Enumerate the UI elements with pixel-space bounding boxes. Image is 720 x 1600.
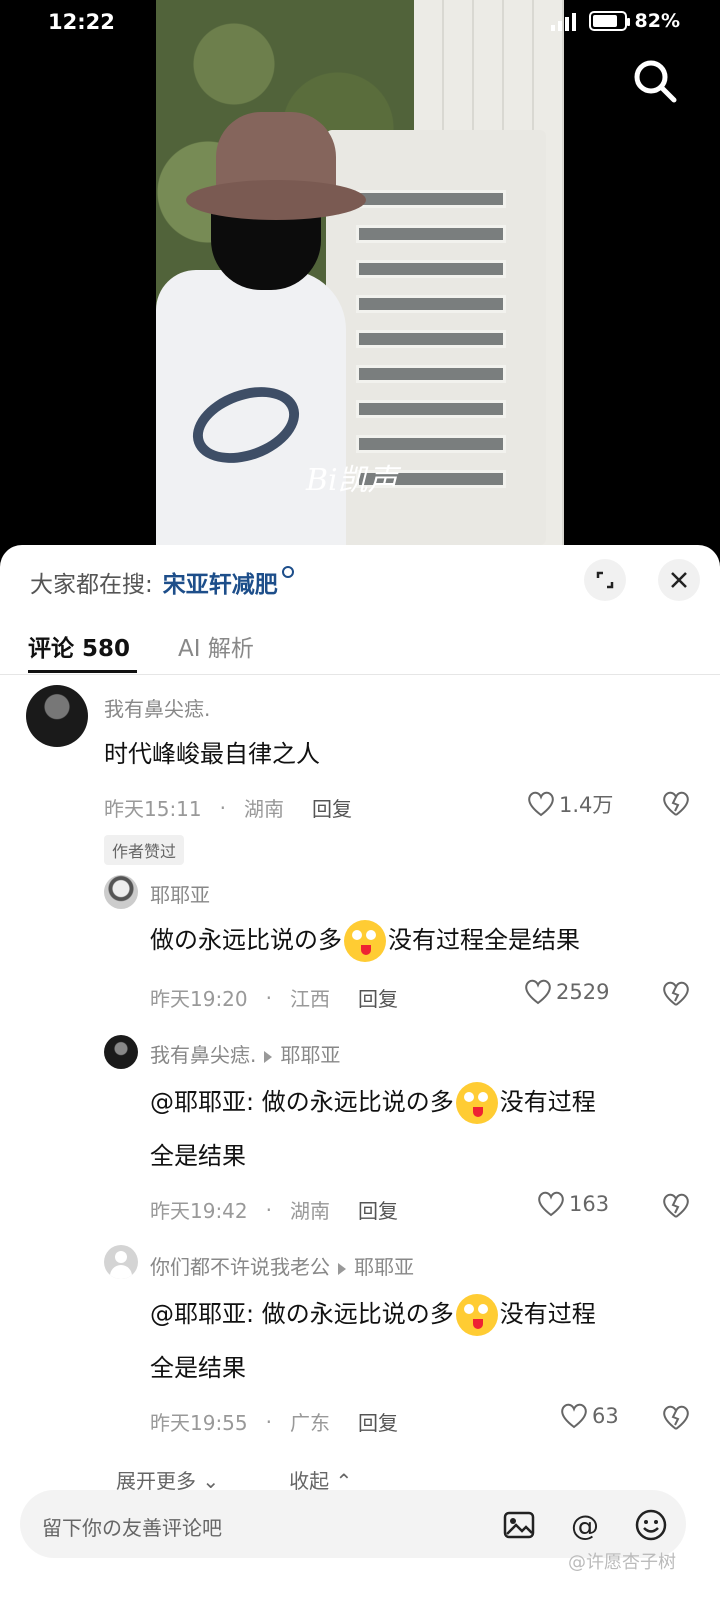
- comment-sheet: 大家都在搜: 宋亚轩减肥 评论 580 AI 解析 我有鼻尖痣. 时代峰峻最自律…: [0, 545, 720, 1600]
- tab-underline: [28, 670, 137, 673]
- status-right: 82%: [550, 10, 680, 32]
- comment-meta: 昨天15:11 · 湖南 回复: [104, 793, 352, 822]
- comment-username[interactable]: 耶耶亚: [150, 879, 210, 908]
- heart-icon: [525, 979, 551, 1005]
- comment-meta: 昨天19:55 · 广东 回复: [150, 1407, 398, 1436]
- avatar[interactable]: [104, 1245, 138, 1279]
- reply-button[interactable]: 回复: [358, 1195, 398, 1224]
- comment-meta: 昨天19:42 · 湖南 回复: [150, 1195, 398, 1224]
- avatar[interactable]: [26, 685, 88, 747]
- image-icon[interactable]: [502, 1508, 536, 1542]
- heart-icon: [528, 791, 554, 817]
- heart-icon: [538, 1191, 564, 1217]
- emoji-icon: [455, 1082, 498, 1124]
- avatar[interactable]: [104, 875, 138, 909]
- video-player[interactable]: Bi凯声: [0, 0, 720, 545]
- reply-button[interactable]: 回复: [358, 983, 398, 1012]
- dislike-icon[interactable]: [662, 1405, 690, 1431]
- comment-location: 广东: [290, 1411, 330, 1435]
- video-watermark: Bi凯声: [306, 463, 398, 498]
- reply-arrow-icon: [338, 1262, 346, 1275]
- video-frame: Bi凯声: [156, 0, 564, 545]
- comment-username[interactable]: 我有鼻尖痣. 耶耶亚: [150, 1039, 340, 1068]
- close-button[interactable]: [658, 559, 700, 601]
- search-icon[interactable]: [630, 56, 680, 106]
- like-count: 2529: [556, 980, 610, 1004]
- comment-time: 昨天19:20: [150, 987, 248, 1011]
- dislike-icon[interactable]: [662, 981, 690, 1007]
- comment-input-placeholder: 留下你の友善评论吧: [42, 1516, 222, 1540]
- comment-location: 湖南: [244, 797, 284, 821]
- dislike-icon[interactable]: [662, 791, 690, 817]
- comment-time: 昨天15:11: [104, 797, 202, 821]
- emoji-icon: [455, 1294, 498, 1336]
- comment-text: 做の永远比说の多 没有过程全是结果: [150, 913, 670, 967]
- comment-username[interactable]: 你们都不许说我老公 耶耶亚: [150, 1251, 414, 1280]
- reply-button[interactable]: 回复: [358, 1407, 398, 1436]
- like-button[interactable]: 2529: [524, 979, 609, 1005]
- battery-percent: 82%: [634, 10, 680, 32]
- comment-tabs: 评论 580 AI 解析: [0, 615, 720, 675]
- comment-time: 昨天19:55: [150, 1411, 248, 1435]
- comment-time: 昨天19:42: [150, 1199, 248, 1223]
- expand-button[interactable]: [584, 559, 626, 601]
- status-time: 12:22: [48, 10, 115, 34]
- comment-username[interactable]: 我有鼻尖痣.: [104, 693, 210, 722]
- comment-location: 湖南: [290, 1199, 330, 1223]
- battery-icon: [588, 11, 630, 31]
- expand-icon: [596, 571, 614, 589]
- like-count: 63: [592, 1404, 619, 1428]
- emoji-icon: [344, 920, 386, 962]
- dislike-icon[interactable]: [662, 1193, 690, 1219]
- comment-text: @耶耶亚: 做の永远比说の多 没有过程 全是结果: [150, 1287, 670, 1395]
- comment-text: @耶耶亚: 做の永远比说の多 没有过程 全是结果: [150, 1075, 670, 1183]
- status-bar: 12:22 82%: [0, 0, 720, 48]
- comment-text: 时代峰峻最自律之人: [104, 740, 320, 768]
- avatar[interactable]: [104, 1035, 138, 1069]
- search-small-icon: [281, 566, 294, 578]
- video-person: [156, 270, 346, 545]
- search-suggestion-term[interactable]: 宋亚轩减肥: [163, 565, 278, 599]
- reply-button[interactable]: 回复: [312, 793, 352, 822]
- tab-ai-analysis[interactable]: AI 解析: [178, 629, 254, 663]
- at-icon[interactable]: @: [568, 1508, 602, 1542]
- author-liked-badge: 作者赞过: [104, 835, 185, 865]
- reply-arrow-icon: [264, 1050, 273, 1063]
- search-suggestion-label: 大家都在搜:: [30, 572, 153, 598]
- tab-comments[interactable]: 评论 580: [28, 629, 130, 663]
- comment-meta: 昨天19:20 · 江西 回复: [150, 983, 398, 1012]
- emoji-icon[interactable]: [634, 1508, 668, 1542]
- signal-icon: [550, 11, 581, 31]
- like-count: 163: [569, 1192, 610, 1216]
- comment-location: 江西: [290, 987, 330, 1011]
- page-watermark: @许愿杏子树: [568, 1552, 676, 1573]
- heart-icon: [561, 1403, 587, 1429]
- like-button[interactable]: 163: [537, 1191, 609, 1217]
- close-icon: [671, 572, 687, 588]
- search-suggestion[interactable]: 大家都在搜: 宋亚轩减肥: [30, 565, 294, 599]
- battery-fill: [592, 15, 618, 27]
- like-button[interactable]: 63: [560, 1403, 619, 1429]
- like-button[interactable]: 1.4万: [527, 789, 613, 819]
- like-count: 1.4万: [559, 793, 614, 817]
